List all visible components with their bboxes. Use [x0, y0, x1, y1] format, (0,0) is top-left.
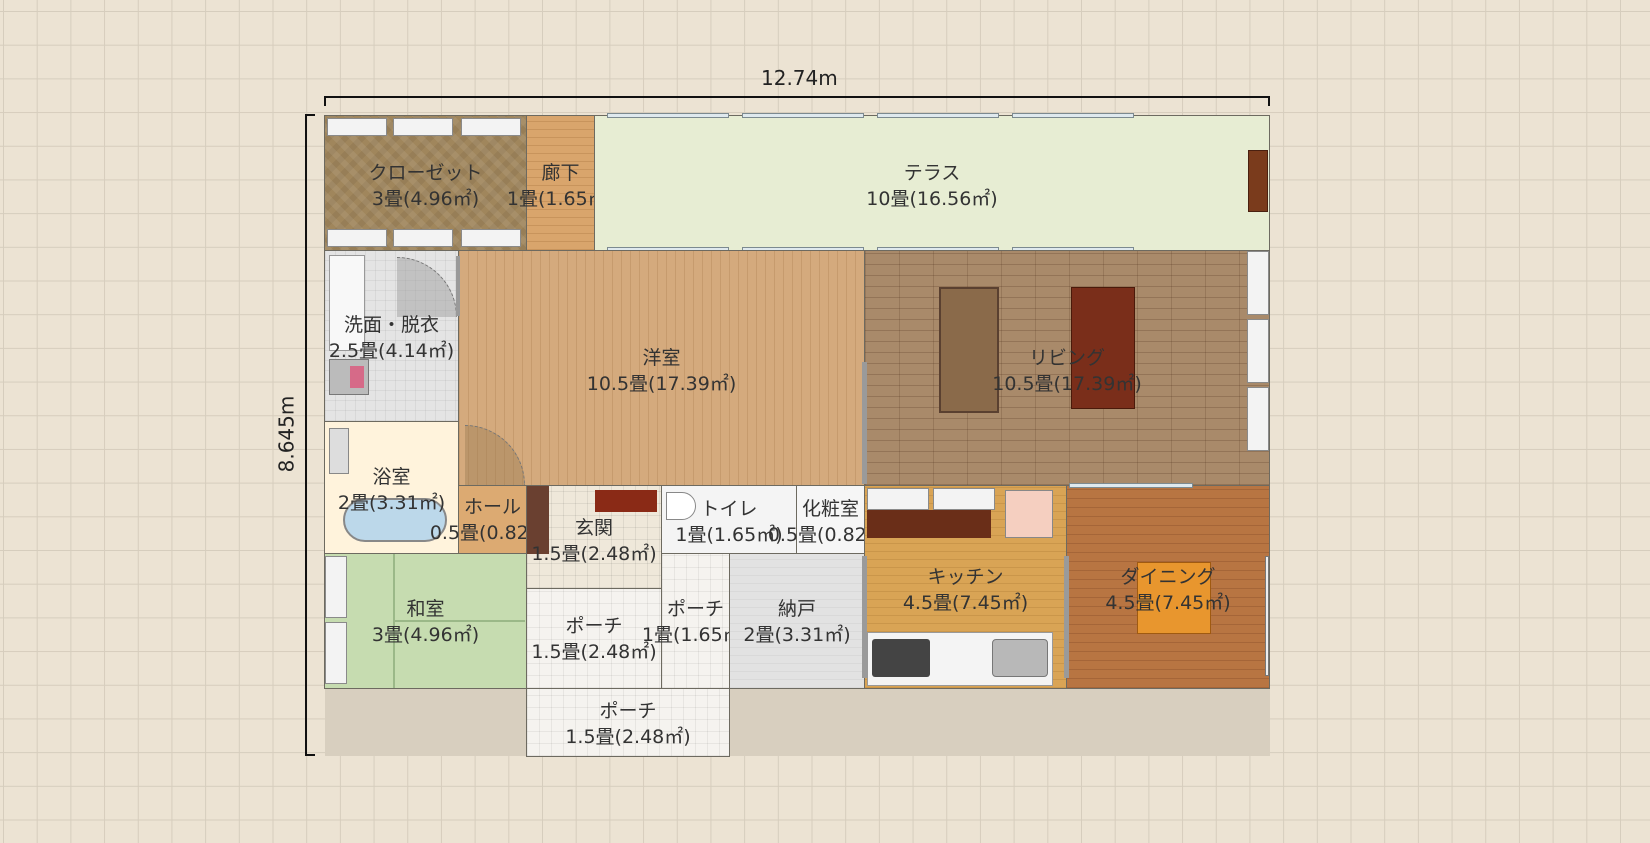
toilet-area: 1畳(1.65㎡)	[675, 524, 783, 546]
living-table	[1071, 287, 1135, 409]
washitsu-name: 和室	[406, 598, 445, 620]
width-dimension-line	[324, 96, 1270, 98]
dining-window-right	[1265, 556, 1269, 676]
kitchen-name: キッチン	[927, 566, 1004, 588]
living-window-3	[1247, 387, 1269, 451]
washing-machine-panel	[350, 366, 364, 388]
tatami-seam-horizontal	[395, 620, 525, 622]
height-dimension-tick-top	[305, 114, 315, 116]
bathtub	[343, 498, 447, 542]
terrace-name: テラス	[903, 162, 961, 184]
porch-2-name: ポーチ	[666, 598, 724, 620]
terrace-window-top-3	[877, 113, 999, 118]
ground-shadow	[325, 689, 1270, 756]
closet-area: 3畳(4.96㎡)	[371, 188, 480, 210]
porch-1-area: 1.5畳(2.48㎡)	[531, 641, 657, 663]
washing-machine	[329, 359, 369, 395]
room-hallway-north[interactable]: 廊下 1畳(1.65㎡)	[507, 115, 614, 251]
dining-window-top	[1069, 483, 1193, 488]
room-terrace[interactable]: テラス 10畳(16.56㎡)	[594, 113, 1270, 252]
room-entrance[interactable]: 玄関 1.5畳(2.48㎡)	[526, 485, 662, 589]
room-toilet[interactable]: トイレ 1畳(1.65㎡)	[661, 485, 797, 554]
room-living[interactable]: リビング 10.5畳(17.39㎡)	[864, 250, 1270, 486]
closet-door-top-3	[461, 118, 521, 136]
washitsu-window-2	[325, 622, 347, 684]
sliding-door-kitchen-dining	[1064, 556, 1069, 678]
height-dimension-tick-bottom	[305, 754, 315, 756]
shoe-cabinet	[527, 486, 549, 554]
room-western[interactable]: 洋室 10.5畳(17.39㎡)	[458, 250, 865, 486]
terrace-window-top-4	[1012, 113, 1134, 118]
height-dimension-line	[305, 114, 307, 756]
sliding-door-western-living	[862, 362, 867, 484]
porch-1-name: ポーチ	[565, 615, 623, 637]
room-powder[interactable]: 化粧室 0.5畳(0.82㎡)	[768, 485, 893, 554]
living-name: リビング	[1028, 347, 1105, 369]
closet-door-bottom-2	[393, 229, 453, 247]
dining-table	[1137, 562, 1211, 634]
sink-icon	[992, 639, 1048, 677]
room-washitsu[interactable]: 和室 3畳(4.96㎡)	[324, 553, 527, 689]
room-dining[interactable]: ダイニング 4.5畳(7.45㎡)	[1066, 483, 1270, 689]
closet-door-bottom-3	[461, 229, 521, 247]
living-sofa	[939, 287, 999, 413]
width-dimension-tick-right	[1268, 96, 1270, 106]
room-porch-2[interactable]: ポーチ 1畳(1.65㎡)	[642, 553, 749, 689]
room-kitchen[interactable]: キッチン 4.5畳(7.45㎡)	[864, 485, 1067, 689]
kitchen-counter-wood	[867, 510, 991, 538]
storage-area: 2畳(3.31㎡)	[743, 624, 851, 646]
height-dimension-label: 8.645m	[274, 395, 299, 473]
kitchen-counter	[867, 632, 1053, 686]
powder-name: 化粧室	[801, 498, 859, 520]
room-storage[interactable]: 納戸 2畳(3.31㎡)	[729, 553, 865, 689]
entrance-bench	[595, 490, 657, 512]
room-porch-1[interactable]: ポーチ 1.5畳(2.48㎡)	[526, 588, 662, 689]
room-washroom[interactable]: 洗面・脱衣 2.5畳(4.14㎡)	[324, 250, 459, 422]
room-porch-3[interactable]: ポーチ 1.5畳(2.48㎡)	[526, 688, 730, 757]
room-hall[interactable]: ホール 0.5畳(0.82㎡)	[430, 485, 555, 554]
closet-door-top-2	[393, 118, 453, 136]
washbasin	[329, 255, 365, 351]
living-window-2	[1247, 319, 1269, 383]
closet-door-bottom-1	[327, 229, 387, 247]
sliding-door-storage	[862, 556, 867, 678]
kitchen-fridge	[1005, 490, 1053, 538]
porch-3-name: ポーチ	[599, 700, 657, 722]
width-dimension-tick-left	[324, 96, 326, 106]
living-area: 10.5畳(17.39㎡)	[992, 373, 1142, 395]
western-name: 洋室	[642, 347, 681, 369]
terrace-window-top-1	[607, 113, 729, 118]
wash-door-swing	[397, 257, 457, 317]
shower-head	[329, 428, 349, 474]
stove-icon	[872, 639, 930, 677]
western-door-swing	[465, 425, 525, 485]
western-area: 10.5畳(17.39㎡)	[586, 373, 737, 395]
terrace-cabinet	[1248, 150, 1268, 212]
terrace-area: 10畳(16.56㎡)	[866, 188, 998, 210]
hall-name: ホール	[463, 496, 521, 518]
toilet-fixture	[666, 492, 696, 520]
storage-name: 納戸	[777, 598, 816, 620]
closet-name: クローゼット	[368, 162, 483, 184]
washitsu-window-1	[325, 556, 347, 618]
washitsu-area: 3畳(4.96㎡)	[371, 624, 480, 646]
closet-door-top-1	[327, 118, 387, 136]
kitchen-area: 4.5畳(7.45㎡)	[902, 592, 1029, 614]
sliding-door-wash	[456, 256, 460, 316]
room-closet[interactable]: クローゼット 3畳(4.96㎡)	[324, 115, 527, 251]
room-bath[interactable]: 浴室 2畳(3.31㎡)	[324, 421, 459, 554]
kitchen-cabinet-2	[933, 488, 995, 510]
kitchen-cabinet-1	[867, 488, 929, 510]
width-dimension-label: 12.74m	[761, 66, 838, 90]
terrace-window-top-2	[742, 113, 864, 118]
hallway-north-name: 廊下	[541, 162, 580, 184]
porch-3-area: 1.5畳(2.48㎡)	[565, 726, 691, 748]
living-window-1	[1247, 251, 1269, 315]
